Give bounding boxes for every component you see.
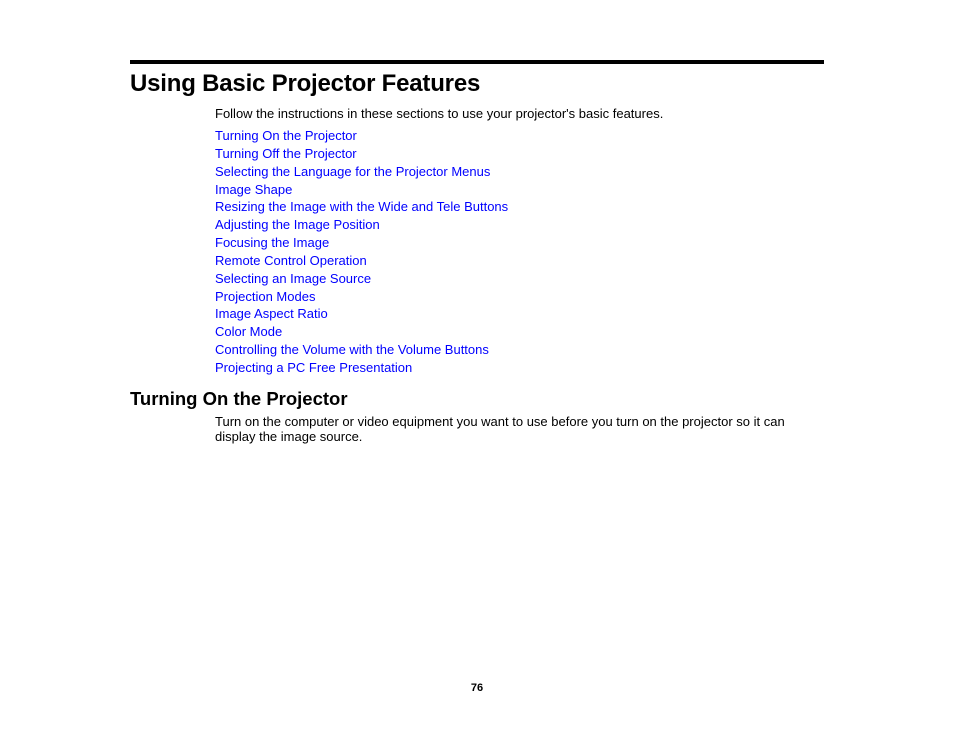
page-number: 76 (470, 682, 484, 694)
link-image-shape[interactable]: Image Shape (215, 182, 292, 197)
list-item: Adjusting the Image Position (215, 216, 508, 234)
link-turning-off-the-projector[interactable]: Turning Off the Projector (215, 146, 357, 161)
link-remote-control-operation[interactable]: Remote Control Operation (215, 253, 367, 268)
list-item: Image Aspect Ratio (215, 305, 508, 323)
list-item: Selecting the Language for the Projector… (215, 163, 508, 181)
list-item: Projection Modes (215, 288, 508, 306)
link-selecting-language[interactable]: Selecting the Language for the Projector… (215, 164, 490, 179)
section-links-list: Turning On the Projector Turning Off the… (215, 127, 508, 377)
list-item: Controlling the Volume with the Volume B… (215, 341, 508, 359)
link-controlling-volume[interactable]: Controlling the Volume with the Volume B… (215, 342, 489, 357)
list-item: Image Shape (215, 181, 508, 199)
link-image-aspect-ratio[interactable]: Image Aspect Ratio (215, 306, 328, 321)
link-projection-modes[interactable]: Projection Modes (215, 289, 315, 304)
list-item: Turning On the Projector (215, 127, 508, 145)
link-focusing-image[interactable]: Focusing the Image (215, 235, 329, 250)
list-item: Projecting a PC Free Presentation (215, 359, 508, 377)
list-item: Remote Control Operation (215, 252, 508, 270)
link-pc-free-presentation[interactable]: Projecting a PC Free Presentation (215, 360, 412, 375)
header-rule (130, 60, 824, 64)
list-item: Color Mode (215, 323, 508, 341)
list-item: Focusing the Image (215, 234, 508, 252)
link-selecting-image-source[interactable]: Selecting an Image Source (215, 271, 371, 286)
link-resizing-image[interactable]: Resizing the Image with the Wide and Tel… (215, 199, 508, 214)
link-turning-on-the-projector[interactable]: Turning On the Projector (215, 128, 357, 143)
page-title: Using Basic Projector Features (130, 70, 481, 97)
section-heading: Turning On the Projector (130, 388, 348, 409)
section-body-text: Turn on the computer or video equipment … (215, 414, 785, 444)
link-color-mode[interactable]: Color Mode (215, 324, 282, 339)
list-item: Turning Off the Projector (215, 145, 508, 163)
list-item: Selecting an Image Source (215, 270, 508, 288)
list-item: Resizing the Image with the Wide and Tel… (215, 198, 508, 216)
intro-text: Follow the instructions in these section… (215, 106, 664, 121)
link-adjusting-image-position[interactable]: Adjusting the Image Position (215, 217, 380, 232)
